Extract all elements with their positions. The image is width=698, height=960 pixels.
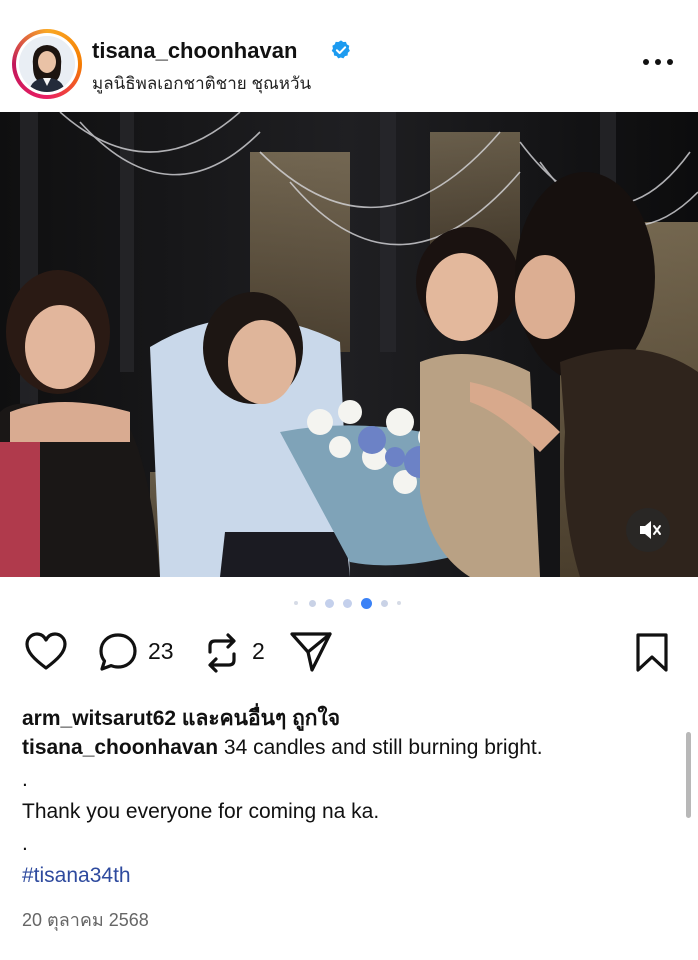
action-bar: 23 2 xyxy=(0,628,698,676)
liker-username[interactable]: arm_witsarut62 xyxy=(22,707,176,730)
reposts-count: 2 xyxy=(252,638,265,664)
scrollbar[interactable] xyxy=(686,732,691,818)
caption-dot: . xyxy=(22,832,28,855)
comments-count: 23 xyxy=(148,638,174,664)
post-date: 20 ตุลาคม 2568 xyxy=(22,910,149,930)
post-image[interactable] xyxy=(0,112,698,577)
carousel-dot xyxy=(343,599,352,608)
carousel-dot-active xyxy=(361,598,372,609)
avatar-photo xyxy=(19,36,75,92)
username[interactable]: tisana_choonhavan xyxy=(92,38,297,64)
carousel-indicator xyxy=(0,598,698,609)
post-header: tisana_choonhavan มูลนิธิพลเอกชาติชาย ชุ… xyxy=(0,0,698,112)
hashtag-link[interactable]: #tisana34th xyxy=(22,864,131,888)
more-options-icon[interactable] xyxy=(640,52,676,72)
carousel-dot xyxy=(325,599,334,608)
repost-icon[interactable] xyxy=(202,632,242,674)
carousel-dot xyxy=(294,601,298,605)
carousel-dot xyxy=(381,600,388,607)
heart-icon[interactable] xyxy=(24,632,68,672)
likes-summary: arm_witsarut62 และคนอื่นๆ ถูกใจ xyxy=(22,702,340,735)
likes-suffix[interactable]: และคนอื่นๆ ถูกใจ xyxy=(176,707,340,730)
mute-icon[interactable] xyxy=(626,508,670,552)
share-icon[interactable] xyxy=(288,630,334,674)
caption-text: 34 candles and still burning bright. xyxy=(218,736,543,759)
comment-icon[interactable] xyxy=(97,632,139,674)
caption-dot: . xyxy=(22,768,28,791)
bookmark-icon[interactable] xyxy=(634,632,670,674)
caption: tisana_choonhavan 34 candles and still b… xyxy=(22,736,543,760)
carousel-dot xyxy=(397,601,401,605)
carousel-dot xyxy=(309,600,316,607)
verified-badge-icon xyxy=(331,40,350,59)
profile-subtitle: มูลนิธิพลเอกชาติชาย ชุณหวัน xyxy=(92,74,312,93)
caption-line-2: Thank you everyone for coming na ka. xyxy=(22,800,380,823)
avatar[interactable] xyxy=(12,29,82,99)
caption-username[interactable]: tisana_choonhavan xyxy=(22,736,218,759)
